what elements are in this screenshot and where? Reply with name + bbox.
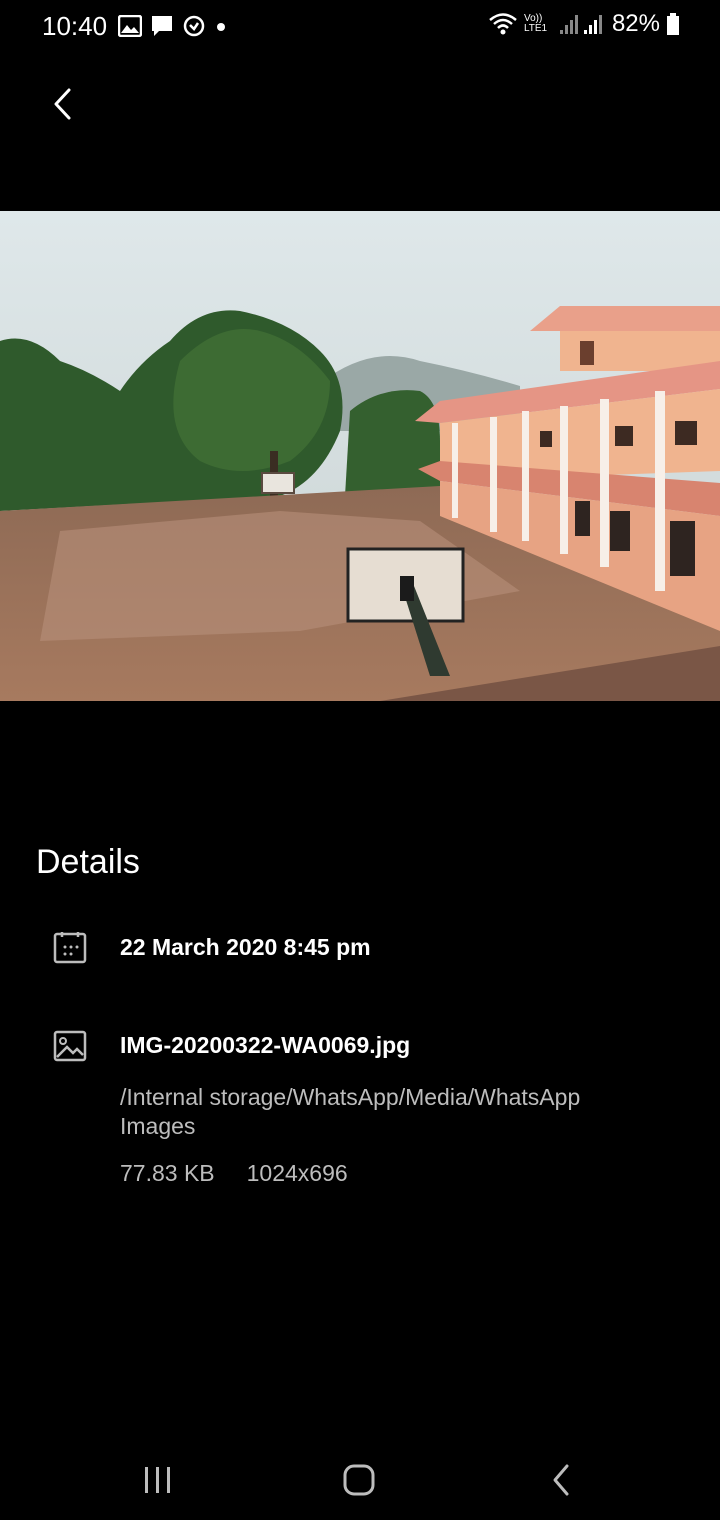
detail-path: /Internal storage/WhatsApp/Media/WhatsAp…	[120, 1084, 581, 1139]
message-icon	[152, 16, 172, 36]
detail-meta: 77.83 KB 1024x696	[120, 1160, 348, 1187]
notification-icons	[118, 14, 228, 38]
network-label: Vo)) LTE1	[523, 13, 548, 34]
photo-preview[interactable]	[0, 211, 720, 701]
sync-icon	[183, 15, 205, 37]
home-button[interactable]	[329, 1458, 389, 1502]
battery-icon	[667, 13, 679, 35]
recent-apps-icon	[145, 1467, 170, 1493]
image-resolution: 1024x696	[246, 1160, 348, 1186]
signal-icon	[559, 15, 602, 34]
wifi-icon	[489, 13, 517, 35]
calendar-icon	[53, 932, 87, 964]
image-icon	[53, 1030, 87, 1062]
photo-image	[0, 211, 720, 701]
back-icon	[553, 1464, 569, 1496]
details-title: Details	[36, 843, 140, 881]
status-time: 10:40	[42, 11, 108, 41]
nav-back-button[interactable]	[531, 1458, 591, 1502]
recent-apps-button[interactable]	[128, 1458, 188, 1502]
file-size: 77.83 KB	[120, 1160, 215, 1186]
detail-date: 22 March 2020 8:45 pm	[120, 934, 371, 960]
back-button[interactable]	[40, 82, 84, 126]
home-icon	[343, 1464, 375, 1496]
status-bar: 10:40 Vo)) LTE1 82%	[0, 0, 720, 56]
gallery-icon	[118, 15, 142, 37]
system-status: Vo)) LTE1 82%	[488, 10, 680, 38]
navigation-bar	[0, 1440, 720, 1520]
chevron-left-icon	[54, 88, 71, 120]
detail-filename: IMG-20200322-WA0069.jpg	[120, 1032, 411, 1058]
dot-icon	[217, 23, 225, 31]
battery-percent: 82%	[611, 10, 660, 37]
